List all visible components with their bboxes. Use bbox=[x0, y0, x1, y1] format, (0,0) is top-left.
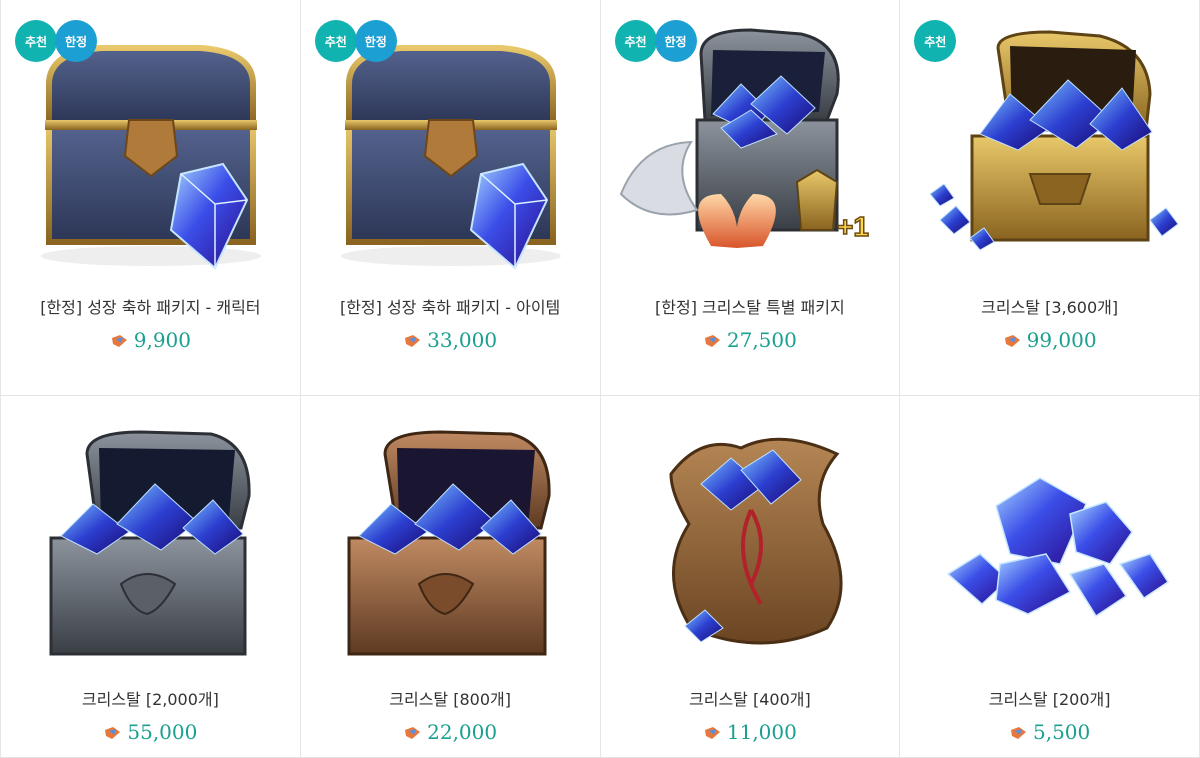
product-price: 11,000 bbox=[601, 720, 900, 744]
recommend-badge: 추천 bbox=[314, 20, 357, 62]
product-card[interactable]: 크리스탈 [400개] 11,000 bbox=[600, 396, 901, 758]
price-value: 11,000 bbox=[726, 720, 797, 744]
crystal-currency-icon bbox=[1009, 726, 1027, 740]
recommend-badge: 추천 bbox=[15, 20, 57, 62]
product-title: 크리스탈 [800개] bbox=[389, 690, 511, 709]
product-card[interactable]: 추천 크리스탈 [3,600개] 99,000 bbox=[900, 0, 1200, 396]
price-value: 22,000 bbox=[427, 720, 498, 744]
price-value: 99,000 bbox=[1026, 328, 1097, 352]
crystal-bag-icon bbox=[601, 414, 900, 664]
bronze-chest-crystals-icon bbox=[301, 414, 600, 664]
product-card[interactable]: 크리스탈 [200개] 5,500 bbox=[900, 396, 1200, 758]
silver-chest-crystals-icon bbox=[1, 414, 300, 664]
crystal-pile-icon bbox=[900, 414, 1199, 664]
recommend-badge: 추천 bbox=[614, 20, 657, 62]
price-value: 5,500 bbox=[1032, 720, 1091, 744]
product-price: 27,500 bbox=[601, 328, 900, 352]
product-card[interactable]: 추천 한정 [한정] 성장 축하 패키지 - 아이템 33,000 bbox=[300, 0, 601, 396]
product-title: 크리스탈 [3,600개] bbox=[981, 298, 1119, 317]
crystal-currency-icon bbox=[703, 726, 721, 740]
crystal-currency-icon bbox=[1003, 334, 1021, 348]
product-price: 22,000 bbox=[301, 720, 600, 744]
limited-badge: 한정 bbox=[55, 20, 97, 62]
product-price: 5,500 bbox=[900, 720, 1199, 744]
crystal-currency-icon bbox=[403, 334, 421, 348]
product-price: 33,000 bbox=[301, 328, 600, 352]
product-card[interactable]: 크리스탈 [800개] 22,000 bbox=[300, 396, 601, 758]
badge-group: 추천 bbox=[914, 20, 957, 62]
product-price: 55,000 bbox=[1, 720, 300, 744]
crystal-currency-icon bbox=[703, 334, 721, 348]
product-price: 9,900 bbox=[1, 328, 300, 352]
product-card[interactable]: 추천 한정 +1 [한정] 크리스탈 특별 패키지 27,500 bbox=[600, 0, 901, 396]
recommend-badge: 추천 bbox=[914, 20, 957, 62]
badge-group: 추천 한정 bbox=[614, 20, 697, 62]
badge-group: 추천 한정 bbox=[314, 20, 397, 62]
product-title: 크리스탈 [200개] bbox=[988, 690, 1111, 709]
product-title: 크리스탈 [400개] bbox=[689, 690, 811, 709]
product-price: 99,000 bbox=[900, 328, 1199, 352]
limited-badge: 한정 bbox=[654, 20, 697, 62]
product-card[interactable]: 추천 한정 [한정] 성장 축하 패키지 - 캐릭터 9,900 bbox=[1, 0, 301, 396]
crystal-currency-icon bbox=[110, 334, 128, 348]
price-value: 27,500 bbox=[726, 328, 797, 352]
crystal-currency-icon bbox=[103, 726, 121, 740]
limited-badge: 한정 bbox=[354, 20, 397, 62]
product-title: [한정] 크리스탈 특별 패키지 bbox=[655, 298, 845, 317]
price-value: 55,000 bbox=[127, 720, 198, 744]
price-value: 9,900 bbox=[133, 328, 191, 352]
price-value: 33,000 bbox=[427, 328, 498, 352]
product-title: [한정] 성장 축하 패키지 - 아이템 bbox=[339, 298, 561, 317]
svg-text:+1: +1 bbox=[837, 211, 869, 242]
badge-group: 추천 한정 bbox=[15, 20, 97, 62]
product-title: [한정] 성장 축하 패키지 - 캐릭터 bbox=[40, 298, 261, 317]
crystal-currency-icon bbox=[403, 726, 421, 740]
product-title: 크리스탈 [2,000개] bbox=[81, 690, 219, 709]
product-card[interactable]: 크리스탈 [2,000개] 55,000 bbox=[1, 396, 301, 758]
